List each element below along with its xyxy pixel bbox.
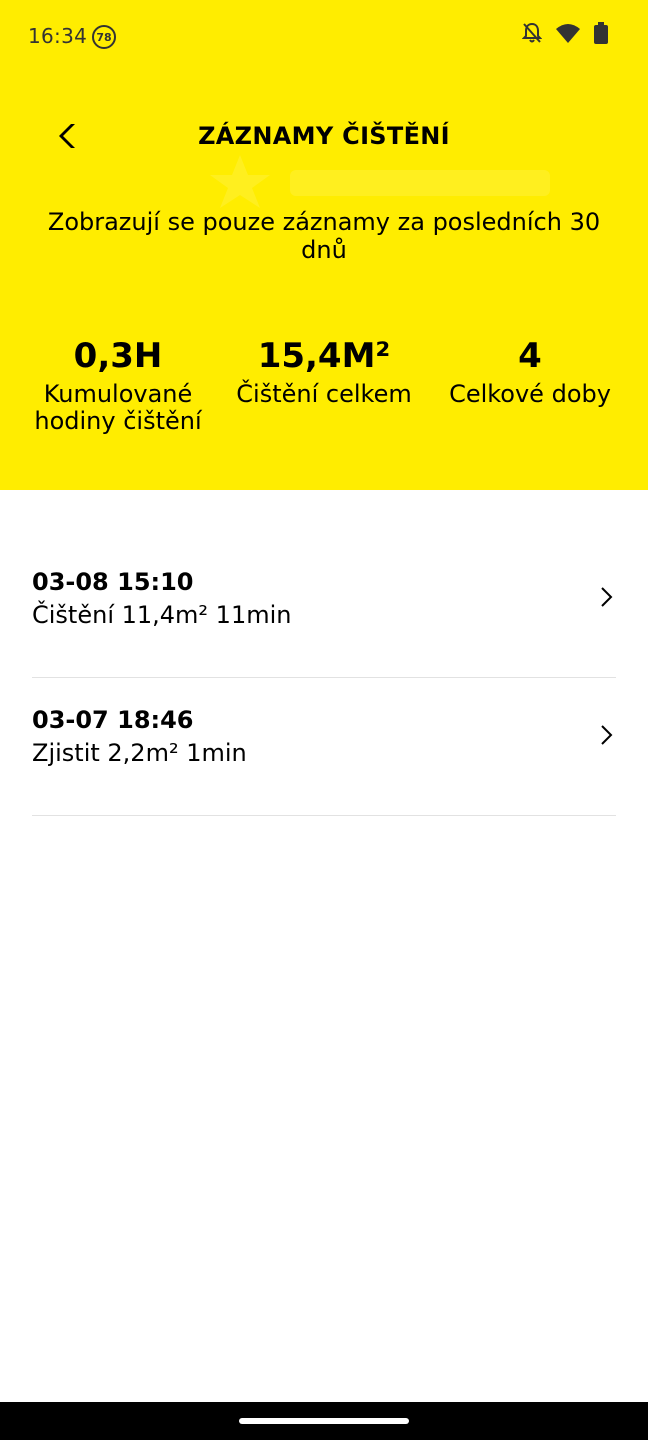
list-item[interactable]: 03-08 15:10 Čištění 11,4m² 11min <box>32 540 616 678</box>
chevron-right-icon <box>596 724 616 746</box>
notification-badge: 78 <box>92 25 116 49</box>
status-bar: 16:34 78 <box>0 0 648 72</box>
records-list: 03-08 15:10 Čištění 11,4m² 11min 03-07 1… <box>32 540 616 816</box>
system-nav-bar <box>0 1402 648 1440</box>
stat-value: 4 <box>518 336 542 376</box>
stat-label: Čištění celkem <box>236 380 412 408</box>
record-summary: Zjistit 2,2m² 1min <box>32 739 247 767</box>
bell-off-icon <box>522 22 542 44</box>
status-time: 16:34 <box>28 24 88 48</box>
record-date: 03-07 18:46 <box>32 706 194 734</box>
stat-value: 15,4M² <box>257 336 391 376</box>
wifi-icon <box>556 23 580 43</box>
watermark-logo <box>180 150 580 210</box>
record-date: 03-08 15:10 <box>32 568 194 596</box>
page-title: ZÁZNAMY ČIŠTĚNÍ <box>198 122 450 150</box>
stat-value: 0,3H <box>73 336 163 376</box>
battery-icon <box>594 22 608 44</box>
home-gesture-handle[interactable] <box>239 1418 409 1424</box>
stat-cumulative-hours: 0,3H Kumulované hodiny čištění <box>20 335 216 435</box>
chevron-right-icon <box>596 586 616 608</box>
header: 16:34 78 ZÁZNAMY ČIŠTĚNÍ Zobrazují se po… <box>0 0 648 490</box>
list-item[interactable]: 03-07 18:46 Zjistit 2,2m² 1min <box>32 678 616 816</box>
stat-label: Kumulované hodiny čištění <box>34 380 202 435</box>
stat-total-times: 4 Celkové doby <box>432 335 628 408</box>
stat-total-area: 15,4M² Čištění celkem <box>220 335 428 408</box>
stat-label: Celkové doby <box>449 380 611 408</box>
info-text: Zobrazují se pouze záznamy za posledních… <box>47 208 601 264</box>
record-summary: Čištění 11,4m² 11min <box>32 601 292 629</box>
